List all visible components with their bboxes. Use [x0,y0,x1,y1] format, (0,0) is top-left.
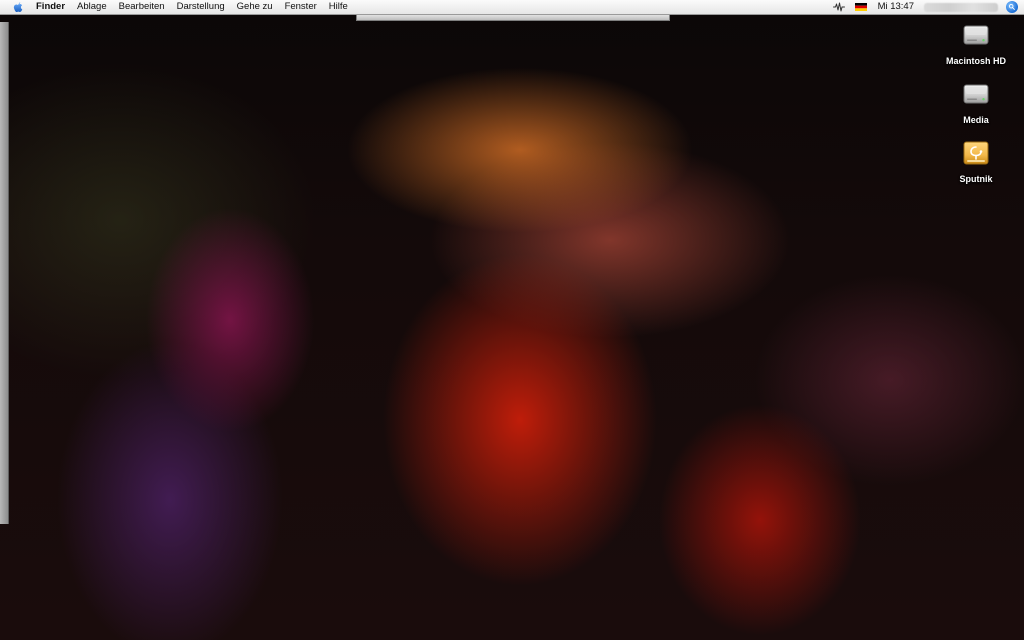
menu-bearbeiten[interactable]: Bearbeiten [113,0,171,14]
menu-extras: Mi 13:47 [828,0,1024,14]
desktop-icon-macintosh-hd[interactable]: Macintosh HD [928,17,1024,73]
apple-icon[interactable] [10,0,26,14]
clock[interactable]: Mi 13:47 [872,0,920,14]
desktop: Finder Ablage Bearbeiten Darstellung Geh… [0,0,1024,640]
menu-ablage[interactable]: Ablage [71,0,113,14]
desktop-icon-sputnik[interactable]: Sputnik [928,135,1024,191]
german-flag-icon[interactable] [853,0,869,14]
background-window-edge[interactable] [356,14,670,21]
hard-drive-icon [962,80,990,108]
desktop-icon-label: Sputnik [959,174,993,184]
menu-hilfe[interactable]: Hilfe [323,0,354,14]
firewire-drive-icon [962,139,990,167]
menu-finder[interactable]: Finder [32,0,71,14]
desktop-icon-media[interactable]: Media [928,76,1024,132]
hard-drive-icon [962,21,990,49]
desktop-icon-label: Macintosh HD [945,56,1006,66]
audio-icon[interactable] [831,0,847,14]
menu-gehe-zu[interactable]: Gehe zu [231,0,279,14]
menu-darstellung[interactable]: Darstellung [171,0,231,14]
menu-fenster[interactable]: Fenster [279,0,323,14]
desktop-icon-label: Media [963,115,989,125]
blurred-user-name[interactable] [924,2,998,12]
left-window-edge[interactable] [0,22,9,524]
desktop-icons: Macintosh HD Media Sputnik [928,14,1024,191]
spotlight-icon[interactable] [1006,1,1018,13]
menu-bar: Finder Ablage Bearbeiten Darstellung Geh… [0,0,1024,15]
